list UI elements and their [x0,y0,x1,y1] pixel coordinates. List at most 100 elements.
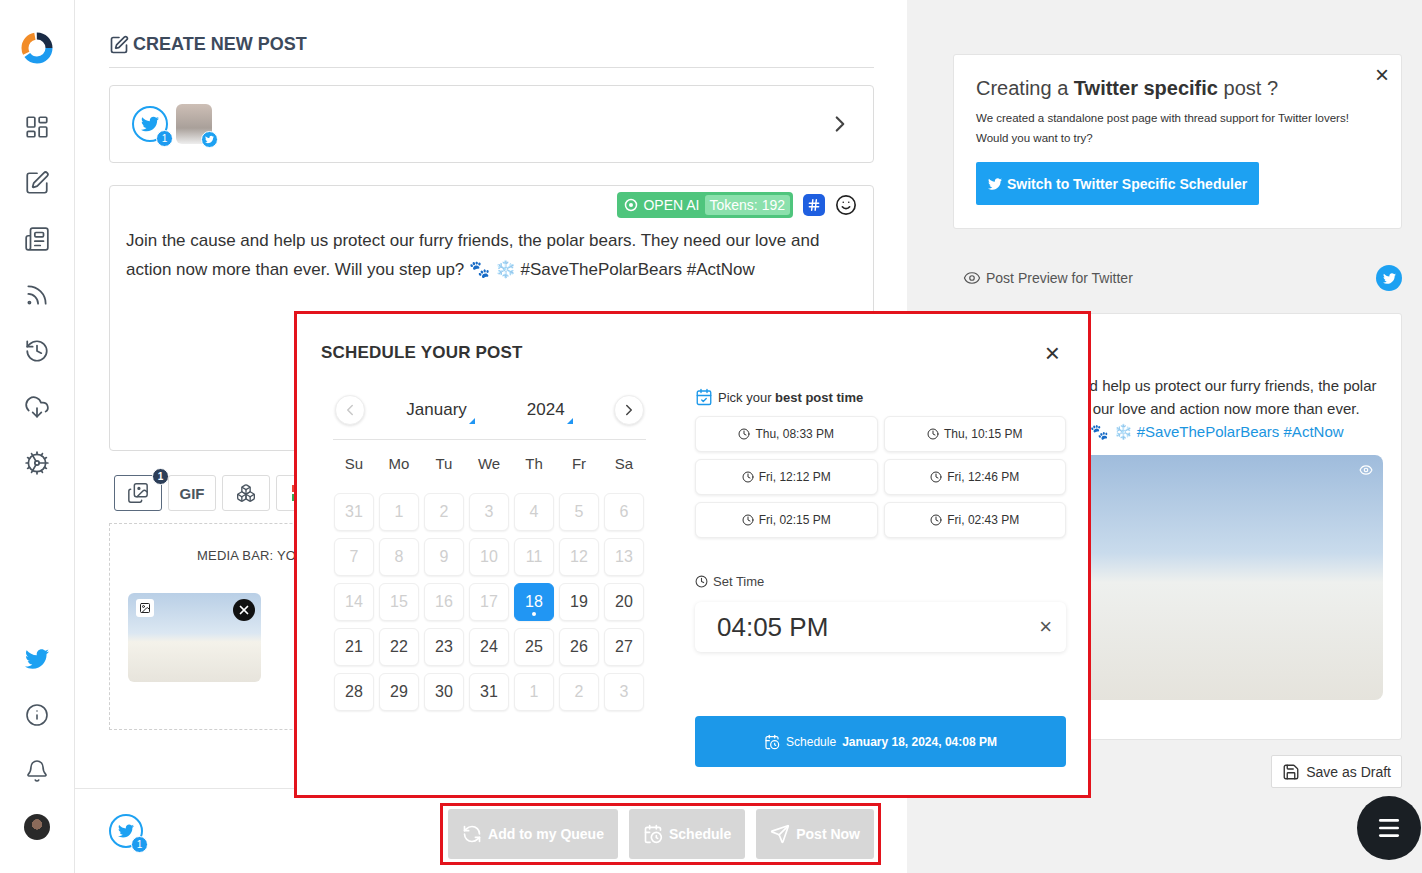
time-input[interactable]: 04:05 PM× [695,602,1066,652]
sidebar-item[interactable] [17,639,57,679]
calendar-day[interactable]: 7 [334,538,374,576]
sidebar-item[interactable] [17,387,57,427]
calendar-day[interactable]: 26 [559,628,599,666]
schedule-button[interactable]: ScheduleJanuary 18, 2024, 04:08 PM [695,716,1066,767]
calendar-day[interactable]: 15 [379,583,419,621]
calendar-day[interactable]: 27 [604,628,644,666]
calendar-day[interactable]: 10 [469,538,509,576]
year-select[interactable]: 2024 [527,400,573,420]
calendar-day[interactable]: 22 [379,628,419,666]
sidebar-logo[interactable] [17,28,57,68]
edit-icon [109,35,129,55]
clear-time[interactable]: × [1039,614,1052,640]
post-action-button[interactable]: Post Now [756,809,874,859]
calendar-day[interactable]: 3 [604,673,644,711]
time-slot[interactable]: Fri, 02:43 PM [884,502,1067,538]
calendar-day[interactable]: 29 [379,673,419,711]
alt-text-button[interactable] [136,599,154,617]
calendar-day[interactable]: 31 [469,673,509,711]
calendar-day[interactable]: 31 [334,493,374,531]
selected-network[interactable]: 1 [109,814,143,848]
sidebar-item[interactable] [17,331,57,371]
calendar-day[interactable]: 28 [334,673,374,711]
calendar-day[interactable]: 14 [334,583,374,621]
hashtag[interactable]: #SaveThePolarBears [1137,423,1280,440]
calendar-day[interactable]: 12 [559,538,599,576]
calendar-day[interactable]: 5 [559,493,599,531]
calendar-day[interactable]: 2 [424,493,464,531]
sidebar-item[interactable] [17,751,57,791]
account-avatar[interactable] [176,104,212,144]
modal-close[interactable]: × [1045,340,1060,366]
calendar-day[interactable]: 2 [559,673,599,711]
time-slot[interactable]: Thu, 10:15 PM [884,416,1067,452]
image-icon [139,602,151,614]
network-filter[interactable]: 1 [132,106,168,142]
calendar-day[interactable]: 18 [514,583,554,621]
sidebar-item[interactable] [17,443,57,483]
menu-button[interactable] [1357,796,1421,860]
weekday: Mo [379,440,419,486]
calendar-day[interactable]: 1 [379,493,419,531]
time-slot[interactable]: Fri, 12:46 PM [884,459,1067,495]
best-time-label: Pick your best post time [695,388,1066,406]
calendar: January2024SuMoTuWeThFrSa311234567891011… [333,380,646,767]
prev-month[interactable] [335,395,365,425]
sidebar-item[interactable] [17,275,57,315]
sidebar-item[interactable] [17,807,57,847]
calendar-day[interactable]: 9 [424,538,464,576]
media-thumbnail[interactable] [128,593,261,682]
sidebar-item[interactable] [17,695,57,735]
calendar-day[interactable]: 30 [424,673,464,711]
sidebar-item[interactable] [17,219,57,259]
library-button[interactable] [222,475,270,511]
calendar-day[interactable]: 6 [604,493,644,531]
emoji-button[interactable] [835,194,857,216]
calendar-day[interactable]: 21 [334,628,374,666]
calendar-day[interactable]: 8 [379,538,419,576]
twitter-icon [141,115,159,133]
twitter-promo-card: ×Creating a Twitter specific post ?We cr… [953,54,1402,229]
expand-accounts[interactable] [827,111,853,137]
promo-close[interactable]: × [1375,63,1389,87]
calendar-day[interactable]: 17 [469,583,509,621]
time-slot[interactable]: Fri, 12:12 PM [695,459,878,495]
post-action-button[interactable]: Add to my Queue [448,809,618,859]
gif-button[interactable]: GIF [168,475,216,511]
calendar-day[interactable]: 4 [514,493,554,531]
time-slot[interactable]: Thu, 08:33 PM [695,416,878,452]
modal-body: January2024SuMoTuWeThFrSa311234567891011… [321,380,1068,767]
calendar-day[interactable]: 24 [469,628,509,666]
calendar-day[interactable]: 25 [514,628,554,666]
calendar-day[interactable]: 16 [424,583,464,621]
sidebar-item[interactable] [17,107,57,147]
calendar-day[interactable]: 11 [514,538,554,576]
month-select[interactable]: January [406,400,474,420]
openai-button[interactable]: OPEN AITokens: 192 [617,192,793,218]
switch-scheduler-button[interactable]: Switch to Twitter Specific Scheduler [976,162,1259,205]
post-action-button[interactable]: Schedule [629,809,745,859]
next-month[interactable] [614,395,644,425]
calendar-day[interactable]: 3 [469,493,509,531]
calendar-header: January 2024 [333,380,646,440]
remove-media-button[interactable] [233,599,255,621]
calendar-day[interactable]: 19 [559,583,599,621]
calendar-day[interactable]: 1 [514,673,554,711]
calendar-day[interactable]: 20 [604,583,644,621]
account-selector[interactable]: 1 [109,85,874,163]
preview-network[interactable] [1376,265,1402,291]
preview-eye[interactable] [1359,463,1373,477]
hashtag[interactable]: #ActNow [1284,423,1344,440]
calendar-day[interactable]: 23 [424,628,464,666]
sidebar-item[interactable] [17,163,57,203]
time-slot[interactable]: Fri, 02:15 PM [695,502,878,538]
save-draft-button[interactable]: Save as Draft [1271,755,1402,788]
weekday: Tu [424,440,464,486]
weekday: Fr [559,440,599,486]
post-text[interactable]: Join the cause and help us protect our f… [126,226,857,284]
hashtag-button[interactable] [803,194,825,216]
image-button[interactable]: 1 [114,475,162,511]
calendar-day[interactable]: 13 [604,538,644,576]
promo-description: We created a standalone post page with t… [976,108,1376,148]
token-count: Tokens: 192 [705,195,791,215]
